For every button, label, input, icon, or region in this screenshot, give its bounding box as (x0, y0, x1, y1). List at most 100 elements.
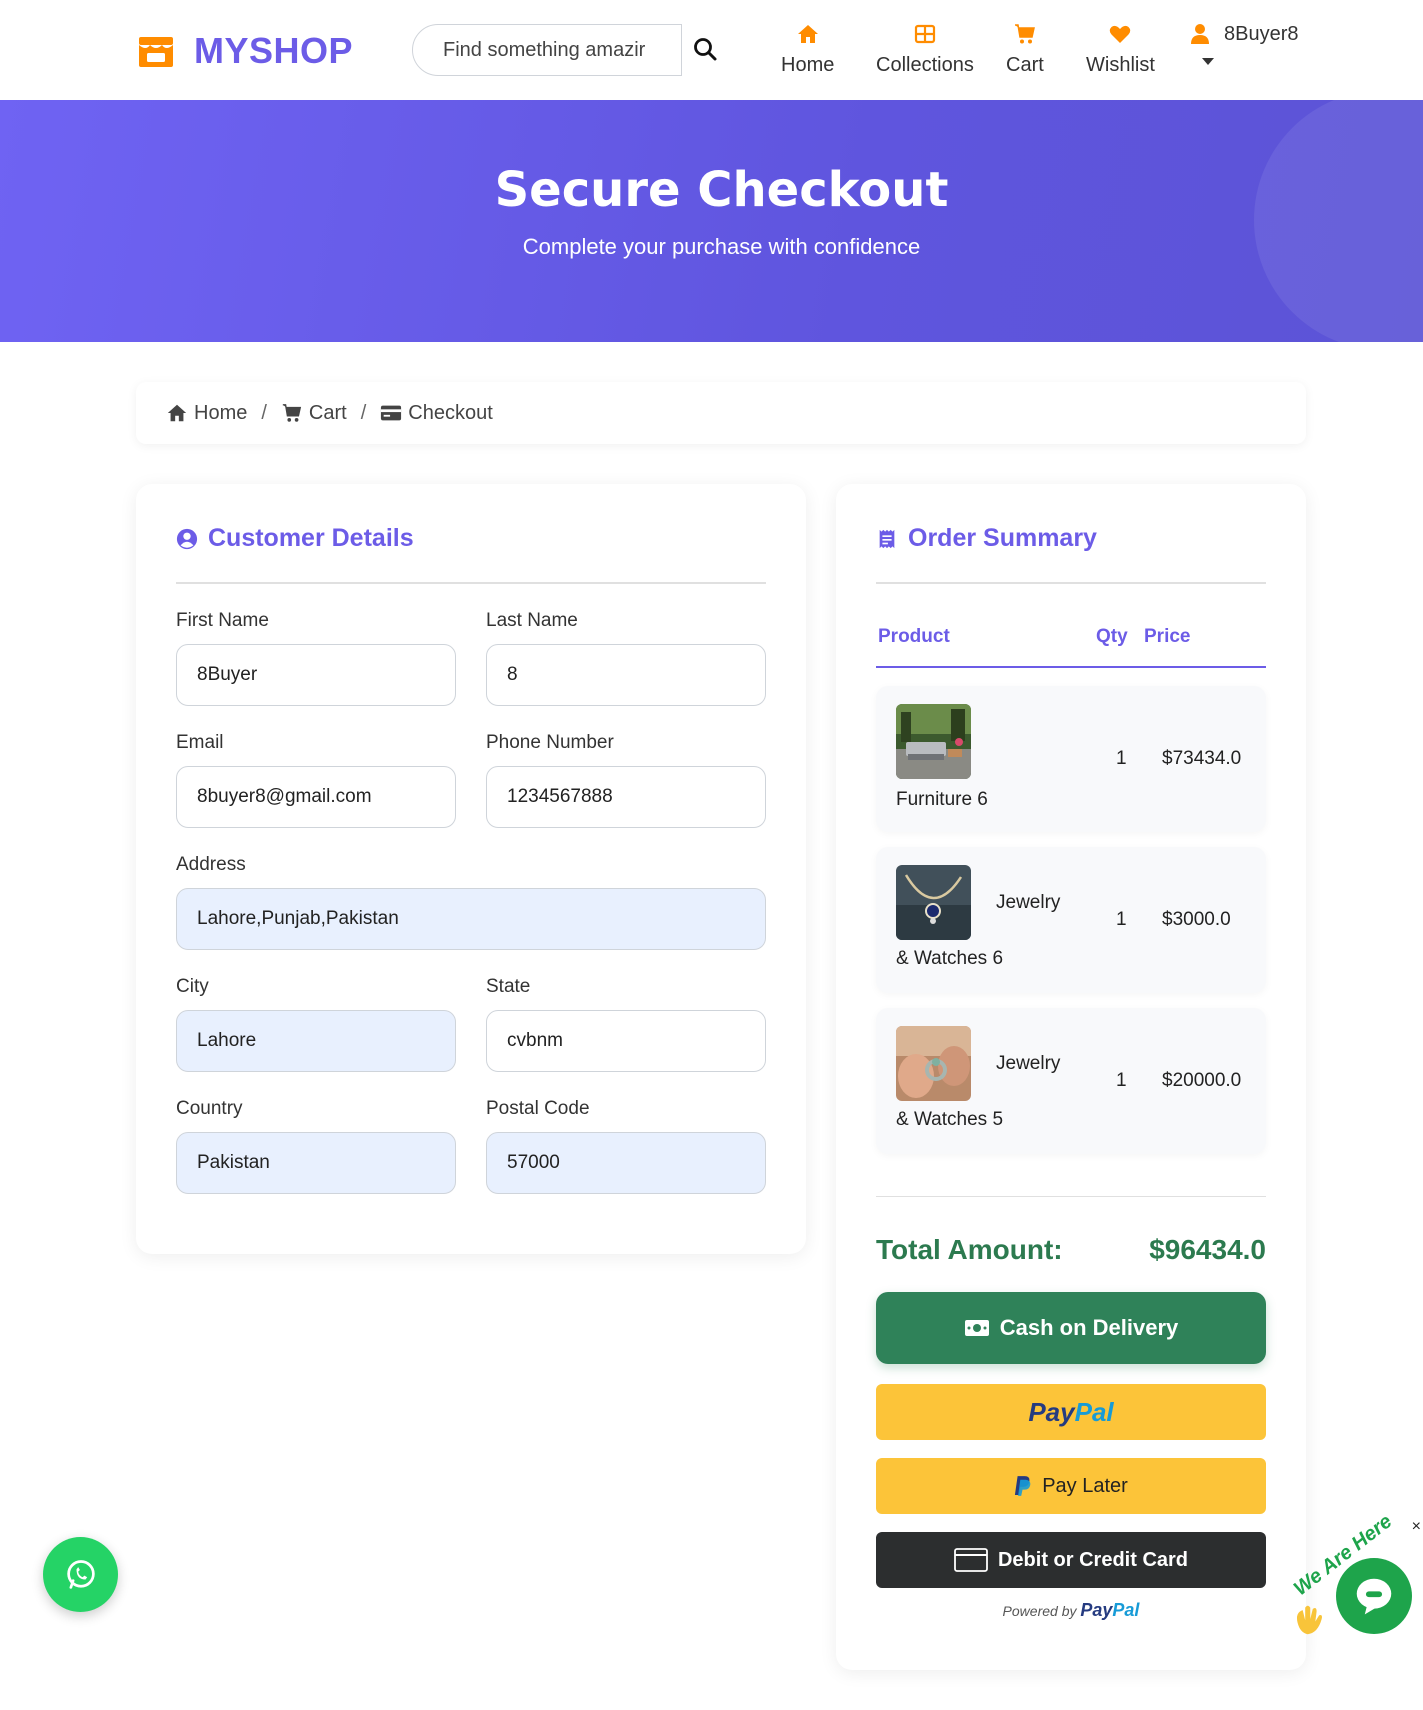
store-icon (139, 37, 173, 67)
item-name: Furniture 6 (896, 789, 988, 810)
divider (176, 582, 766, 584)
order-item-row: Jewelry & Watches 5 1 $20000.0 (876, 1008, 1266, 1154)
order-summary-title: Order Summary (876, 524, 1097, 553)
order-item-row: Furniture 6 1 $73434.0 (876, 686, 1266, 832)
phone-field[interactable]: 1234567888 (486, 766, 766, 828)
paypal-button[interactable]: PayPal (876, 1384, 1266, 1440)
item-price: $3000.0 (1162, 909, 1231, 930)
country-field[interactable]: Pakistan (176, 1132, 456, 1194)
product-thumbnail-jewelry (896, 1026, 971, 1101)
order-summary-card: Order Summary Product Qty Price Furnitur… (836, 484, 1306, 1670)
breadcrumb-checkout: Checkout (380, 402, 493, 425)
city-field[interactable]: Lahore (176, 1010, 456, 1072)
customer-details-heading: Customer Details (208, 524, 414, 552)
customer-details-title: Customer Details (176, 524, 414, 553)
divider (876, 1196, 1266, 1197)
whatsapp-icon (66, 1559, 95, 1589)
breadcrumb-cart-label: Cart (308, 401, 347, 424)
heart-icon (1110, 25, 1131, 43)
pay-later-button[interactable]: Pay Later (876, 1458, 1266, 1514)
order-summary-heading: Order Summary (908, 524, 1097, 552)
hero-banner: Secure Checkout Complete your purchase w… (0, 100, 1423, 342)
powered-by-paypal: Powered by PayPal (876, 1600, 1266, 1621)
state-field[interactable]: cvbnm (486, 1010, 766, 1072)
item-name-line2: & Watches 5 (896, 1109, 1004, 1130)
last-name-field[interactable]: 8 (486, 644, 766, 706)
breadcrumb-separator: / (360, 401, 367, 424)
search-input[interactable]: Find something amazir (412, 24, 682, 76)
nav-wishlist[interactable]: Wishlist (1086, 22, 1155, 77)
paypal-logo: PayPal (1028, 1396, 1114, 1427)
total-amount-value: $96434.0 (1149, 1234, 1266, 1265)
breadcrumb: Home / Cart / Checkout (136, 382, 1306, 444)
nav-home[interactable]: Home (781, 22, 834, 77)
product-thumbnail-furniture (896, 704, 971, 779)
cart-icon (1014, 24, 1035, 44)
divider (876, 582, 1266, 584)
hero-decoration (1254, 100, 1423, 342)
state-label: State (486, 976, 531, 997)
column-header-price: Price (1144, 626, 1191, 647)
item-price: $20000.0 (1162, 1070, 1242, 1091)
item-price: $73434.0 (1162, 748, 1242, 769)
waving-hand-icon (1296, 1605, 1322, 1635)
address-field[interactable]: Lahore,Punjab,Pakistan (176, 888, 766, 950)
money-bill-icon (964, 1320, 989, 1336)
column-header-qty: Qty (1096, 626, 1128, 647)
cart-icon (282, 404, 302, 422)
email-label: Email (176, 732, 224, 753)
grid-icon (914, 24, 936, 44)
customer-details-card: Customer Details First Name 8Buyer Last … (136, 484, 806, 1254)
breadcrumb-checkout-label: Checkout (408, 401, 493, 424)
country-label: Country (176, 1098, 243, 1119)
debit-credit-card-label: Debit or Credit Card (997, 1548, 1189, 1571)
item-qty: 1 (1116, 909, 1127, 930)
debit-credit-card-button[interactable]: Debit or Credit Card (876, 1532, 1266, 1588)
email-field[interactable]: 8buyer8@gmail.com (176, 766, 456, 828)
chat-bubble-button[interactable] (1336, 1558, 1412, 1634)
cash-on-delivery-label: Cash on Delivery (999, 1315, 1179, 1340)
close-icon[interactable]: × (1412, 1518, 1421, 1536)
breadcrumb-cart[interactable]: Cart (281, 402, 347, 425)
phone-label: Phone Number (486, 732, 614, 753)
address-label: Address (176, 854, 246, 875)
home-icon (167, 404, 187, 422)
paypal-logo: PayPal (1080, 1600, 1140, 1620)
credit-card-icon (954, 1548, 988, 1572)
item-name-line2: & Watches 6 (896, 948, 1004, 969)
breadcrumb-home[interactable]: Home (166, 402, 247, 425)
cash-on-delivery-button[interactable]: Cash on Delivery (876, 1292, 1266, 1364)
nav-cart[interactable]: Cart (1006, 22, 1044, 77)
column-header-product: Product (878, 626, 950, 647)
last-name-label: Last Name (486, 610, 578, 631)
nav-collections[interactable]: Collections (876, 22, 974, 77)
postal-code-field[interactable]: 57000 (486, 1132, 766, 1194)
chat-widget[interactable]: We Are Here × (1290, 1510, 1423, 1640)
credit-card-icon (381, 405, 402, 421)
chat-icon (1356, 1578, 1392, 1615)
brand-logo[interactable]: MYSHOP (136, 30, 353, 72)
table-header-divider (876, 666, 1266, 668)
item-qty: 1 (1116, 1070, 1127, 1091)
user-circle-icon (176, 528, 198, 549)
search-icon[interactable] (690, 34, 722, 66)
first-name-field[interactable]: 8Buyer (176, 644, 456, 706)
nav-user-dropdown[interactable]: 8Buyer8 (1188, 22, 1299, 65)
home-icon (797, 25, 818, 43)
user-icon (1191, 24, 1209, 44)
navbar: MYSHOP Find something amazir Home Collec… (0, 0, 1423, 100)
nav-wishlist-label: Wishlist (1086, 54, 1155, 76)
nav-home-label: Home (781, 54, 835, 76)
receipt-icon (879, 529, 895, 548)
hero-subtitle: Complete your purchase with confidence (522, 234, 921, 259)
nav-cart-label: Cart (1006, 54, 1044, 76)
item-name-line1: Jewelry (996, 892, 1061, 913)
brand-name: MYSHOP (194, 30, 354, 71)
pay-later-label: Pay Later (1042, 1474, 1128, 1497)
breadcrumb-home-label: Home (194, 401, 248, 424)
chevron-down-icon (1202, 58, 1214, 65)
whatsapp-button[interactable] (43, 1537, 118, 1612)
user-name: 8Buyer8 (1224, 22, 1299, 45)
breadcrumb-separator: / (261, 401, 267, 424)
product-thumbnail-jewelry (896, 865, 971, 940)
